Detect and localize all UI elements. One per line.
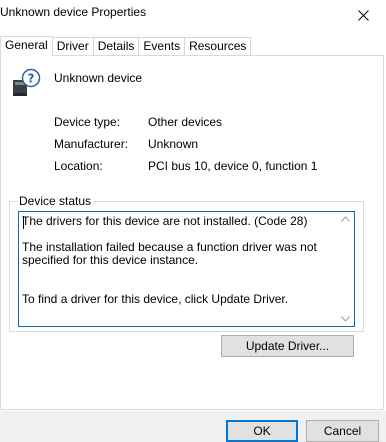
window-title: Unknown device Properties <box>0 5 147 19</box>
tab-driver[interactable]: Driver <box>51 37 94 56</box>
cancel-button[interactable]: Cancel <box>306 420 379 442</box>
tab-general[interactable]: General <box>0 36 53 56</box>
tab-details[interactable]: Details <box>92 37 140 56</box>
close-button[interactable] <box>340 0 386 30</box>
general-tab-panel <box>0 55 384 410</box>
properties-window: Unknown device Properties General Driver… <box>0 0 386 442</box>
close-icon <box>357 9 369 21</box>
tab-resources[interactable]: Resources <box>184 37 252 56</box>
ok-button[interactable]: OK <box>226 420 298 442</box>
tab-events[interactable]: Events <box>138 37 186 56</box>
tab-strip: General Driver Details Events Resources <box>0 36 252 56</box>
title-bar[interactable]: Unknown device Properties <box>0 0 386 30</box>
